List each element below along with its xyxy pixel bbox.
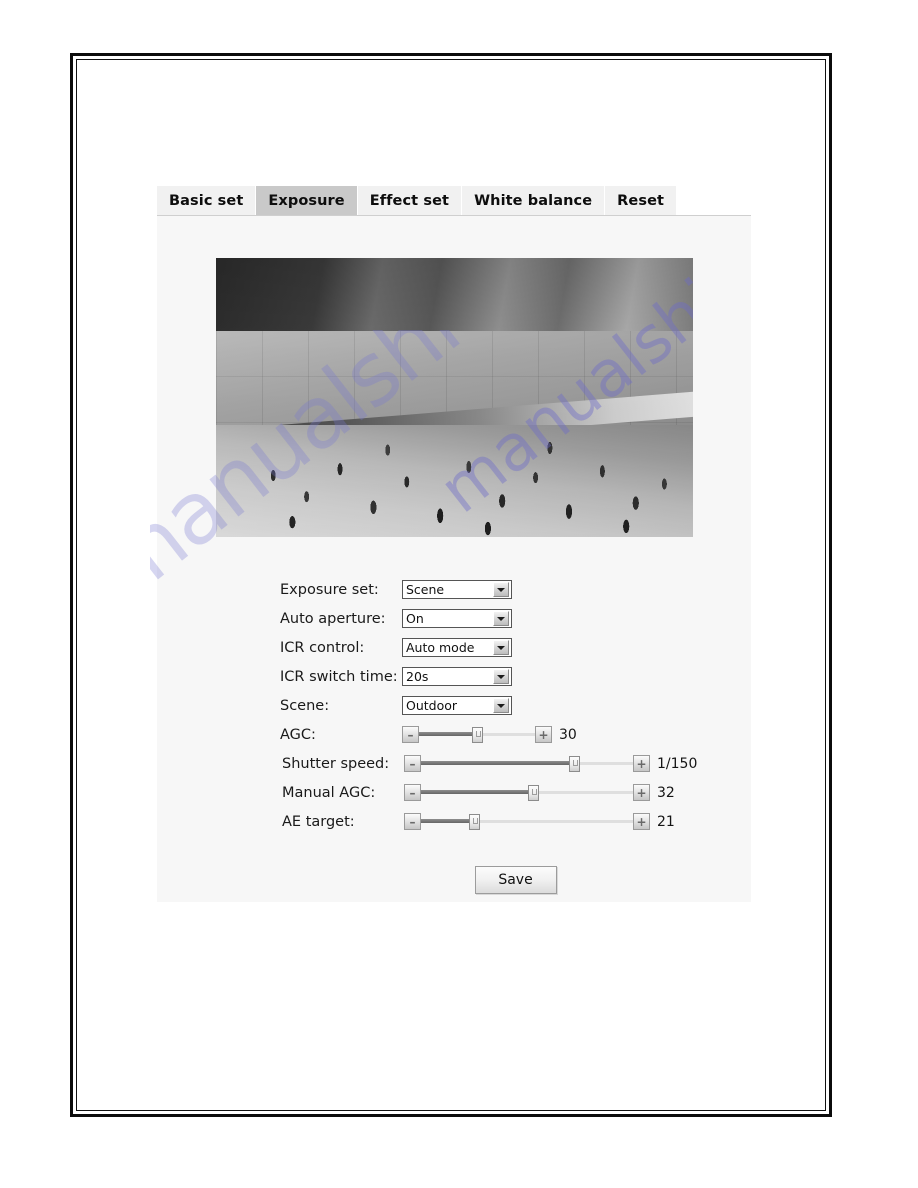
camera-settings-ui: Basic set Exposure Effect set White bala… — [157, 186, 751, 902]
select-auto-aperture-value: On — [406, 611, 424, 626]
slider-agc-knob[interactable] — [472, 727, 483, 743]
slider-agc-track[interactable] — [419, 726, 535, 743]
row-auto-aperture: Auto aperture: On — [280, 604, 751, 633]
slider-shutter-speed-track[interactable] — [421, 755, 633, 772]
chevron-down-icon[interactable] — [493, 582, 509, 597]
save-button-container: Save — [280, 866, 751, 894]
select-icr-control-value: Auto mode — [406, 640, 475, 655]
row-icr-control: ICR control: Auto mode — [280, 633, 751, 662]
tab-basic-set-label: Basic set — [169, 192, 244, 209]
select-icr-switch-time-value: 20s — [406, 669, 429, 684]
plus-glyph: + — [636, 814, 647, 829]
row-manual-agc: Manual AGC: – + 32 — [280, 778, 751, 807]
slider-shutter-speed-knob[interactable] — [568, 756, 580, 772]
label-exposure-set: Exposure set: — [280, 581, 379, 598]
plus-icon[interactable]: + — [633, 784, 650, 801]
slider-agc-value: 30 — [559, 726, 577, 743]
tab-effect-set[interactable]: Effect set — [357, 186, 463, 215]
chevron-down-icon[interactable] — [493, 640, 509, 655]
slider-manual-agc-knob[interactable] — [528, 785, 540, 801]
chevron-down-icon[interactable] — [493, 611, 509, 626]
slider-agc-fill — [419, 732, 477, 736]
label-agc: AGC: — [280, 726, 316, 743]
slider-manual-agc-track[interactable] — [421, 784, 633, 801]
exposure-settings-panel: manualshive Exposure set: Scene Auto ape… — [157, 216, 751, 902]
tab-basic-set[interactable]: Basic set — [157, 186, 257, 215]
exposure-form: Exposure set: Scene Auto aperture: On IC… — [157, 575, 751, 894]
select-scene[interactable]: Outdoor — [402, 696, 512, 715]
tab-reset[interactable]: Reset — [605, 186, 678, 215]
select-exposure-set[interactable]: Scene — [402, 580, 512, 599]
minus-glyph: – — [409, 785, 416, 800]
slider-manual-agc-value: 32 — [657, 784, 675, 801]
label-icr-switch-time: ICR switch time: — [280, 668, 398, 685]
select-scene-value: Outdoor — [406, 698, 458, 713]
label-shutter-speed: Shutter speed: — [282, 755, 390, 772]
row-ae-target: AE target: – + 21 — [280, 807, 751, 836]
minus-glyph: – — [409, 814, 416, 829]
select-icr-control[interactable]: Auto mode — [402, 638, 512, 657]
slider-agc[interactable]: – + 30 — [402, 726, 577, 744]
plus-glyph: + — [636, 756, 647, 771]
slider-shutter-speed[interactable]: – + 1/150 — [404, 755, 697, 773]
row-exposure-set: Exposure set: Scene — [280, 575, 751, 604]
label-auto-aperture: Auto aperture: — [280, 610, 386, 627]
plus-icon[interactable]: + — [535, 726, 552, 743]
row-agc: AGC: – + 30 — [280, 720, 751, 749]
select-exposure-set-value: Scene — [406, 582, 445, 597]
slider-ae-target-knob[interactable] — [469, 814, 480, 830]
minus-glyph: – — [407, 727, 414, 742]
tabbar-filler — [677, 186, 751, 215]
slider-shutter-speed-fill — [421, 761, 574, 765]
minus-glyph: – — [409, 756, 416, 771]
row-scene: Scene: Outdoor — [280, 691, 751, 720]
chevron-down-icon[interactable] — [493, 669, 509, 684]
video-preview-image[interactable]: manualshive — [215, 258, 693, 537]
label-icr-control: ICR control: — [280, 639, 365, 656]
minus-icon[interactable]: – — [404, 813, 421, 830]
row-icr-switch-time: ICR switch time: 20s — [280, 662, 751, 691]
slider-ae-target-fill — [421, 819, 474, 823]
slider-shutter-speed-value: 1/150 — [657, 755, 698, 772]
select-icr-switch-time[interactable]: 20s — [402, 667, 512, 686]
plus-glyph: + — [538, 727, 549, 742]
video-preview-container: manualshive — [157, 216, 751, 537]
slider-manual-agc-fill — [421, 790, 534, 794]
settings-tabbar: Basic set Exposure Effect set White bala… — [157, 186, 751, 216]
plus-glyph: + — [636, 785, 647, 800]
tab-exposure[interactable]: Exposure — [256, 186, 358, 215]
plus-icon[interactable]: + — [633, 813, 650, 830]
label-ae-target: AE target: — [282, 813, 355, 830]
slider-ae-target[interactable]: – + 21 — [404, 813, 675, 831]
slider-ae-target-value: 21 — [657, 813, 675, 830]
label-manual-agc: Manual AGC: — [282, 784, 376, 801]
row-shutter-speed: Shutter speed: – + 1/150 — [280, 749, 751, 778]
tab-reset-label: Reset — [617, 192, 665, 209]
tab-white-balance[interactable]: White balance — [462, 186, 606, 215]
select-auto-aperture[interactable]: On — [402, 609, 512, 628]
plus-icon[interactable]: + — [633, 755, 650, 772]
save-button[interactable]: Save — [474, 866, 557, 894]
chevron-down-icon[interactable] — [493, 698, 509, 713]
save-button-label: Save — [498, 872, 533, 888]
tab-effect-set-label: Effect set — [369, 192, 450, 209]
minus-icon[interactable]: – — [402, 726, 419, 743]
label-scene: Scene: — [280, 697, 330, 714]
minus-icon[interactable]: – — [404, 755, 421, 772]
minus-icon[interactable]: – — [404, 784, 421, 801]
slider-manual-agc[interactable]: – + 32 — [404, 784, 675, 802]
slider-ae-target-track[interactable] — [421, 813, 633, 830]
tab-exposure-label: Exposure — [268, 192, 345, 209]
tab-white-balance-label: White balance — [474, 192, 593, 209]
